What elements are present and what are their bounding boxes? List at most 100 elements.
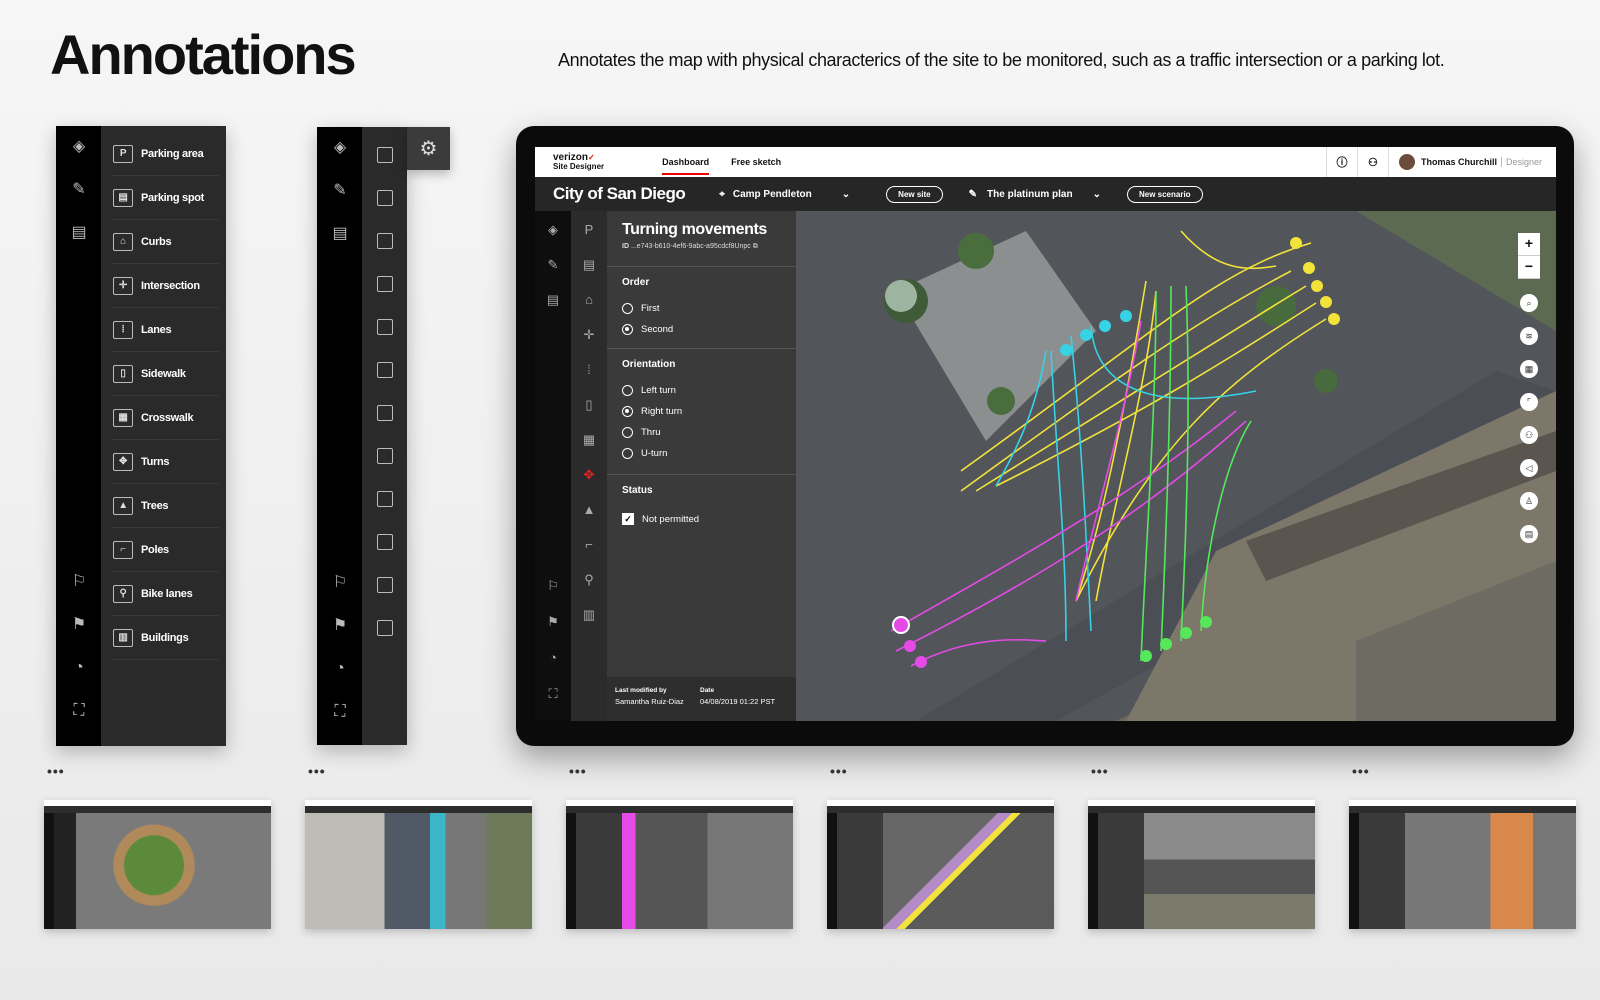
intersection-icon[interactable] <box>362 262 407 305</box>
group-icon[interactable]: ⚇ <box>1520 426 1538 444</box>
analytics-icon[interactable]: ◔ <box>544 649 562 667</box>
map-pin-icon[interactable]: ⚐ <box>68 571 90 593</box>
settings-gear-icon[interactable]: ⚙ <box>407 127 450 170</box>
thumbnail-turns[interactable] <box>827 800 1054 929</box>
plan-select[interactable]: ✎ The platinum plan ⌄ <box>969 189 1101 200</box>
draw-icon[interactable]: ✎ <box>68 179 90 201</box>
draw-icon[interactable]: ✎ <box>544 256 562 274</box>
help-icon[interactable]: ⓘ <box>1325 147 1357 177</box>
people-icon[interactable]: ⚇ <box>1356 147 1388 177</box>
curbs-icon[interactable] <box>362 219 407 262</box>
map-pin-icon[interactable]: ⚐ <box>329 572 351 594</box>
parking-area-icon[interactable]: P <box>580 221 598 239</box>
map-pin-icon[interactable]: ⚐ <box>544 577 562 595</box>
radio-selected[interactable] <box>622 406 633 417</box>
annotation-item-bike-lanes[interactable]: ⚲ Bike lanes <box>113 572 219 616</box>
bookmark-icon[interactable]: ⚑ <box>544 613 562 631</box>
user-menu[interactable]: Thomas Churchill Designer <box>1387 147 1556 177</box>
radio[interactable] <box>622 448 633 459</box>
more-icon[interactable]: ••• <box>569 763 587 779</box>
orientation-thru[interactable]: Thru <box>622 427 661 438</box>
turns-icon[interactable] <box>362 434 407 477</box>
turns-icon[interactable]: ✥ <box>580 466 598 484</box>
person-icon[interactable]: ♙ <box>1520 492 1538 510</box>
layers-icon[interactable]: ≋ <box>1520 327 1538 345</box>
location-select[interactable]: ⌖ Camp Pendleton ⌄ <box>719 189 850 200</box>
annotation-item-intersection[interactable]: ✛ Intersection <box>113 264 219 308</box>
thumbnail-sidewalk[interactable] <box>566 800 793 929</box>
orientation-left-turn[interactable]: Left turn <box>622 385 676 396</box>
annotation-item-buildings[interactable]: ▥ Buildings <box>113 616 219 660</box>
annotation-item-turns[interactable]: ✥ Turns <box>113 440 219 484</box>
more-icon[interactable]: ••• <box>308 763 326 779</box>
order-option-second[interactable]: Second <box>622 324 673 335</box>
order-option-first[interactable]: First <box>622 303 659 314</box>
orientation-right-turn[interactable]: Right turn <box>622 406 682 417</box>
trees-icon[interactable] <box>362 477 407 520</box>
bike-icon[interactable] <box>362 563 407 606</box>
zoom-in-button[interactable]: + <box>1518 233 1540 256</box>
layout-icon[interactable]: ▤ <box>544 291 562 309</box>
layout-icon[interactable]: ▤ <box>68 222 90 244</box>
map-canvas[interactable] <box>796 211 1556 721</box>
fullscreen-icon[interactable]: ⛶ <box>329 701 351 723</box>
lanes-icon[interactable]: ⦙ <box>580 361 598 379</box>
parking-spot-icon[interactable] <box>362 176 407 219</box>
bookmark-icon[interactable]: ⚑ <box>68 614 90 636</box>
annotation-item-lanes[interactable]: ⦙ Lanes <box>113 308 219 352</box>
annotation-item-sidewalk[interactable]: ▯ Sidewalk <box>113 352 219 396</box>
bookmark-icon[interactable]: ⚑ <box>329 615 351 637</box>
poles-icon[interactable] <box>362 520 407 563</box>
lanes-icon[interactable] <box>362 305 407 348</box>
parking-spot-icon[interactable]: ▤ <box>580 256 598 274</box>
more-icon[interactable]: ••• <box>1352 763 1370 779</box>
tab-dashboard[interactable]: Dashboard <box>662 157 710 175</box>
new-scenario-button[interactable]: New scenario <box>1126 185 1203 203</box>
navigate-icon[interactable]: ◁ <box>1520 459 1538 477</box>
buildings-icon[interactable]: ▥ <box>580 606 598 624</box>
map-icon[interactable]: ▦ <box>1520 360 1538 378</box>
clipboard-icon[interactable]: ▤ <box>1520 525 1538 543</box>
annotation-item-parking-area[interactable]: P Parking area <box>113 132 219 176</box>
copy-icon[interactable]: ⧉ <box>753 243 758 250</box>
new-site-button[interactable]: New site <box>886 185 943 203</box>
thumbnail-parking[interactable] <box>305 800 532 929</box>
poles-icon[interactable]: ⌐ <box>580 536 598 554</box>
curbs-icon[interactable]: ⌂ <box>580 291 598 309</box>
thumbnail-buildings[interactable] <box>1349 800 1576 929</box>
search-icon[interactable]: ⌕ <box>1520 294 1538 312</box>
crosswalk-icon[interactable]: ▦ <box>580 431 598 449</box>
annotation-item-curbs[interactable]: ⌂ Curbs <box>113 220 219 264</box>
satellite-map[interactable]: + − ⌕ ≋ ▦ ⌜ ⚇ ◁ ♙ ▤ <box>796 211 1556 721</box>
analytics-icon[interactable]: ◔ <box>68 657 90 679</box>
radio[interactable] <box>622 303 633 314</box>
annotation-item-poles[interactable]: ⌐ Poles <box>113 528 219 572</box>
zoom-out-button[interactable]: − <box>1518 256 1540 279</box>
radio[interactable] <box>622 385 633 396</box>
annotation-item-parking-spot[interactable]: ▤ Parking spot <box>113 176 219 220</box>
status-not-permitted[interactable]: ✓ Not permitted <box>622 513 699 525</box>
thumbnail-lanes[interactable] <box>1088 800 1315 929</box>
buildings-icon[interactable] <box>362 606 407 649</box>
analytics-icon[interactable]: ◔ <box>329 658 351 680</box>
radio-selected[interactable] <box>622 324 633 335</box>
annotations-icon[interactable]: ◈ <box>544 221 562 239</box>
more-icon[interactable]: ••• <box>47 763 65 779</box>
annotations-icon[interactable]: ◈ <box>68 136 90 158</box>
more-icon[interactable]: ••• <box>1091 763 1109 779</box>
draw-icon[interactable]: ✎ <box>329 180 351 202</box>
tab-free-sketch[interactable]: Free sketch <box>731 157 781 175</box>
frame-icon[interactable]: ⌜ <box>1520 393 1538 411</box>
orientation-u-turn[interactable]: U-turn <box>622 448 667 459</box>
thumbnail-stadium[interactable] <box>44 800 271 929</box>
sidewalk-icon[interactable]: ▯ <box>580 396 598 414</box>
annotation-item-trees[interactable]: ▲ Trees <box>113 484 219 528</box>
parking-area-icon[interactable] <box>362 133 407 176</box>
annotation-item-crosswalk[interactable]: ▦ Crosswalk <box>113 396 219 440</box>
more-icon[interactable]: ••• <box>830 763 848 779</box>
sidewalk-icon[interactable] <box>362 348 407 391</box>
fullscreen-icon[interactable]: ⛶ <box>68 700 90 722</box>
bike-icon[interactable]: ⚲ <box>580 571 598 589</box>
checkbox-checked[interactable]: ✓ <box>622 513 634 525</box>
layout-icon[interactable]: ▤ <box>329 223 351 245</box>
